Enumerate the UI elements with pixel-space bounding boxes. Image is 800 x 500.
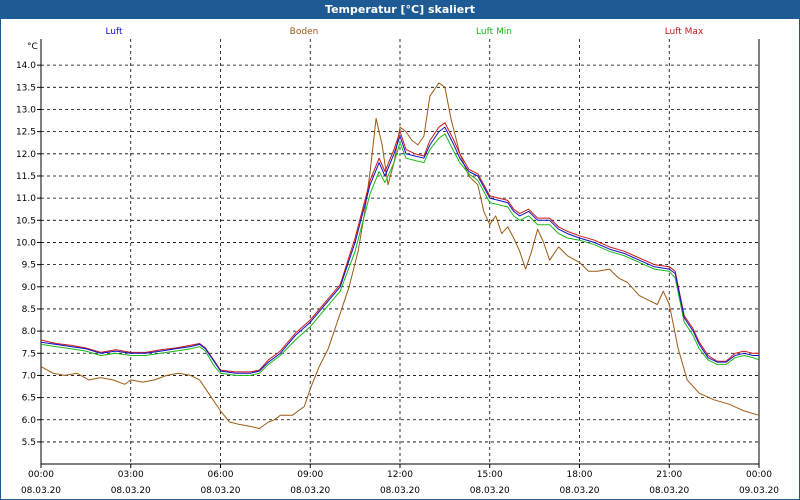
y-tick-label: 10.0 [16, 238, 36, 248]
grid [41, 39, 759, 464]
x-tick-date: 08.03.20 [21, 486, 61, 496]
y-tick-label: 13.5 [16, 83, 36, 93]
legend-entry: Boden [290, 27, 319, 37]
y-tick-label: 7.5 [22, 349, 36, 359]
y-axis: 5.5 6.0 6.5 7.0 7.5 8.0 8.5 9.0 9.5 10.0 10.5 11.0 1… [16, 61, 41, 448]
x-tick-time: 06:00 [208, 470, 234, 480]
legend-entry: Luft Min [476, 27, 512, 37]
x-tick-date: 08.03.20 [470, 486, 510, 496]
x-tick-time: 18:00 [567, 470, 593, 480]
y-tick-label: 13.0 [16, 105, 36, 115]
legend-entry: Luft Max [665, 27, 704, 37]
x-tick-time: 12:00 [387, 470, 413, 480]
chart-window: Temperatur [°C] skaliert 5.5 6.0 6.5 7.0 7.5… [0, 0, 800, 500]
x-tick-date: 08.03.20 [111, 486, 151, 496]
y-tick-label: 10.5 [16, 216, 36, 226]
y-tick-label: 8.5 [22, 305, 36, 315]
x-tick-date: 09.03.20 [739, 486, 779, 496]
y-tick-label: 6.0 [22, 416, 37, 426]
x-tick-date: 08.03.20 [290, 486, 330, 496]
x-tick-time: 00:00 [746, 470, 772, 480]
x-axis: 00:00 08.03.20 03:00 08.03.20 06:00 08.03.20 0… [21, 464, 779, 496]
x-tick-time: 09:00 [297, 470, 323, 480]
y-tick-label: 11.5 [16, 172, 36, 182]
legend: Luft Boden Luft Min Luft Max [105, 27, 704, 37]
x-tick-time: 21:00 [656, 470, 682, 480]
y-tick-label: 8.0 [22, 327, 37, 337]
y-tick-label: 6.5 [22, 394, 36, 404]
y-tick-label: 9.5 [22, 261, 36, 271]
x-tick-time: 03:00 [118, 470, 144, 480]
x-tick-date: 08.03.20 [649, 486, 689, 496]
y-tick-label: 7.0 [22, 371, 37, 381]
y-tick-label: 14.0 [16, 61, 36, 71]
temperature-chart: 5.5 6.0 6.5 7.0 7.5 8.0 8.5 9.0 9.5 10.0 10.5 11.0 1… [16, 27, 779, 496]
y-tick-label: 12.5 [16, 128, 36, 138]
y-tick-label: 12.0 [16, 150, 36, 160]
x-tick-date: 08.03.20 [559, 486, 599, 496]
x-tick-date: 08.03.20 [380, 486, 420, 496]
legend-entry: Luft [105, 27, 123, 37]
y-axis-unit: °C [27, 42, 38, 52]
x-tick-time: 00:00 [28, 470, 54, 480]
y-tick-label: 11.0 [16, 194, 36, 204]
x-tick-time: 15:00 [477, 470, 503, 480]
y-tick-label: 5.5 [22, 438, 36, 448]
x-tick-date: 08.03.20 [200, 486, 240, 496]
y-tick-label: 9.0 [22, 283, 37, 293]
